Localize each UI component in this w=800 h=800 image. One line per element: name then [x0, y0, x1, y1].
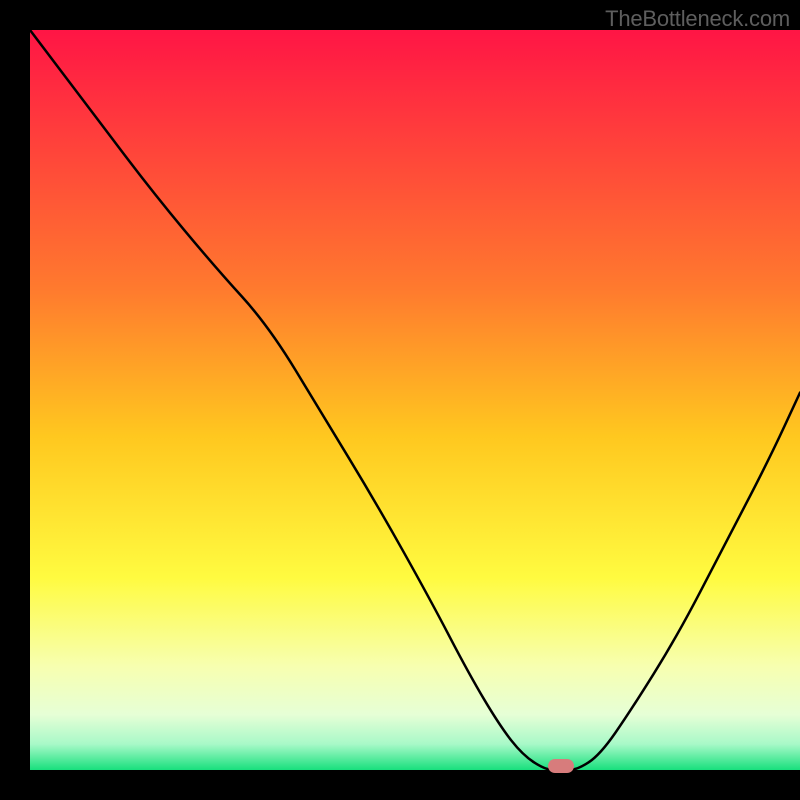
chart-background: [30, 30, 800, 770]
plot-area: [30, 30, 800, 770]
chart-container: TheBottleneck.com: [0, 0, 800, 800]
chart-svg: [30, 30, 800, 770]
attribution-text: TheBottleneck.com: [605, 6, 790, 32]
optimal-marker: [548, 759, 574, 773]
